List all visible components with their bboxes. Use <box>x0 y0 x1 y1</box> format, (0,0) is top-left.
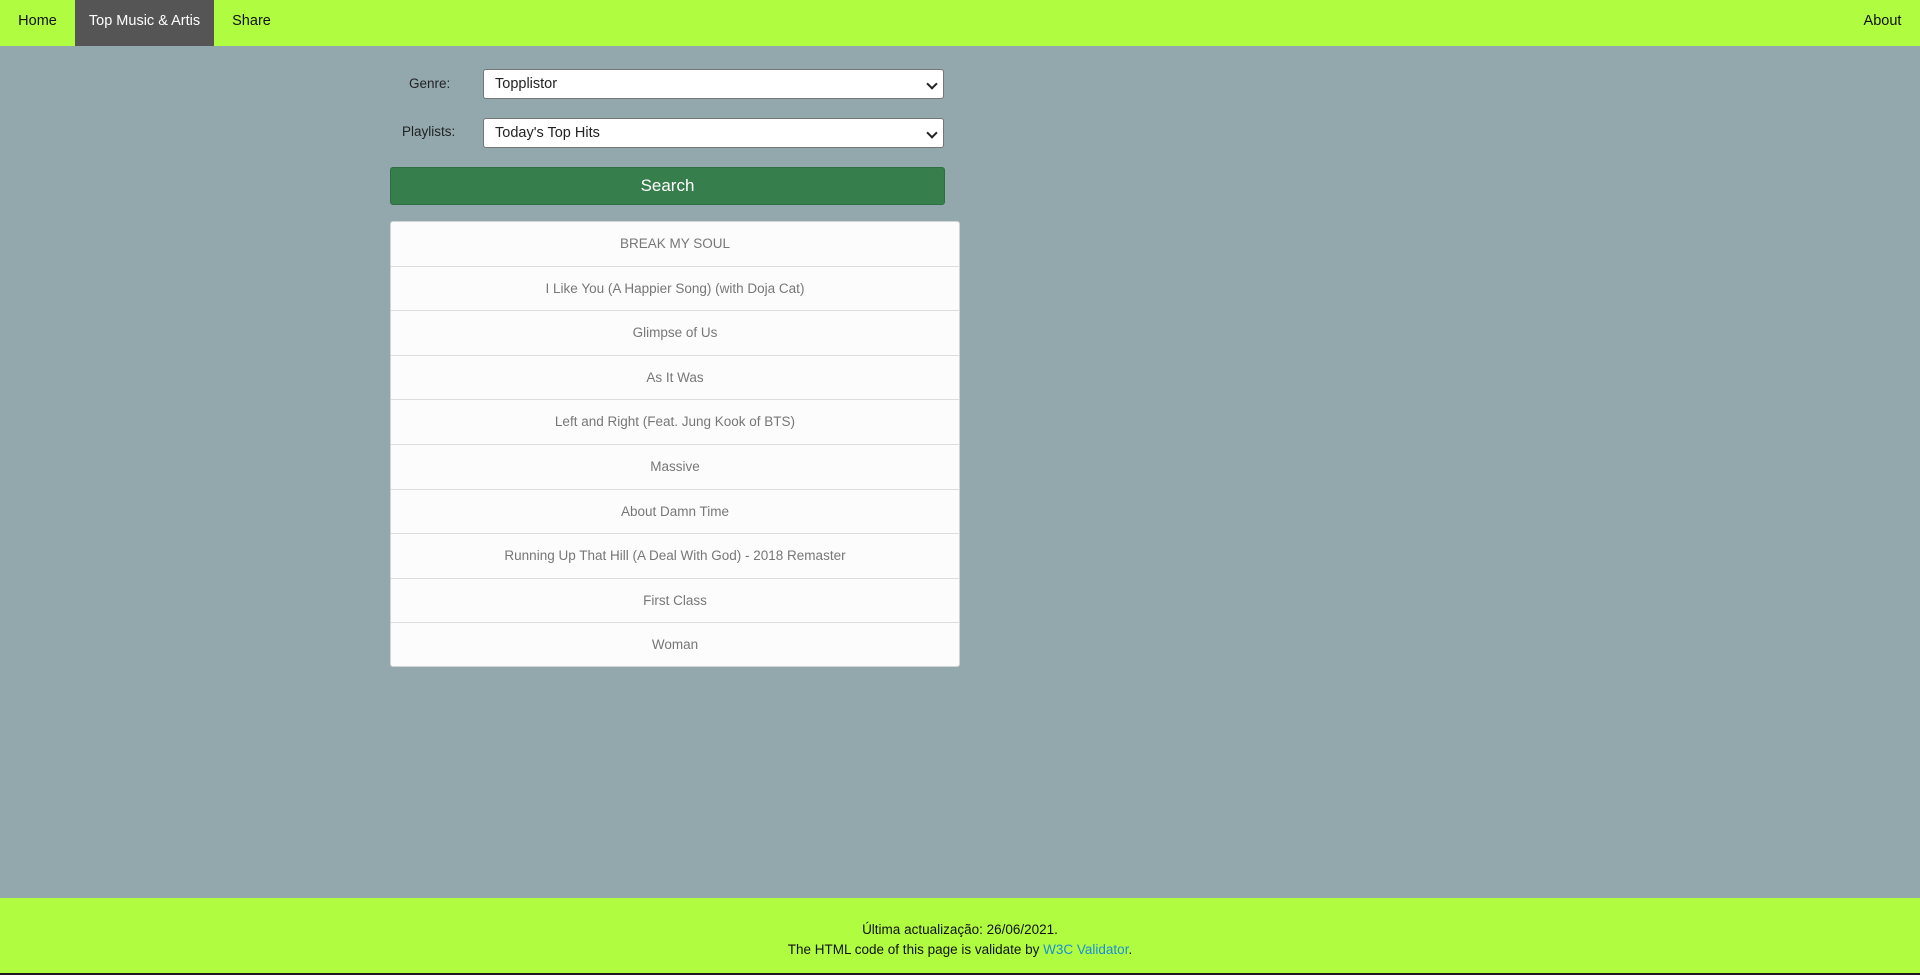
list-item[interactable]: Woman <box>391 623 959 666</box>
top-navigation-bar: Home Top Music & Artis Share About <box>0 0 1920 46</box>
validation-text: The HTML code of this page is validate b… <box>0 942 1920 957</box>
list-item[interactable]: As It Was <box>391 356 959 401</box>
playlist-select-value: Today's Top Hits <box>495 125 600 141</box>
nav-about-link[interactable]: About <box>1845 0 1920 46</box>
results-list: BREAK MY SOUL I Like You (A Happier Song… <box>390 221 960 667</box>
w3c-validator-link[interactable]: W3C Validator <box>1043 942 1128 957</box>
genre-select[interactable]: Topplistor <box>483 69 944 99</box>
nav-share-link[interactable]: Share <box>214 0 289 46</box>
genre-select-value: Topplistor <box>495 76 558 92</box>
nav-top-music-link[interactable]: Top Music & Artis <box>75 0 214 46</box>
list-item[interactable]: Running Up That Hill (A Deal With God) -… <box>391 534 959 579</box>
last-updated-text: Última actualização: 26/06/2021. <box>862 922 1058 937</box>
list-item[interactable]: BREAK MY SOUL <box>391 222 959 267</box>
list-item[interactable]: I Like You (A Happier Song) (with Doja C… <box>391 267 959 312</box>
playlists-label: Playlists: <box>402 124 456 139</box>
list-item[interactable]: About Damn Time <box>391 490 959 535</box>
validation-suffix: . <box>1128 942 1133 957</box>
chevron-down-icon <box>926 78 938 90</box>
validation-prefix: The HTML code of this page is validate b… <box>787 942 1044 957</box>
genre-label: Genre: <box>409 76 451 91</box>
playlist-select[interactable]: Today's Top Hits <box>483 118 944 148</box>
nav-home-link[interactable]: Home <box>0 0 75 46</box>
list-item[interactable]: Glimpse of Us <box>391 311 959 356</box>
chevron-down-icon <box>926 127 938 139</box>
page-footer: Última actualização: 26/06/2021. The HTM… <box>0 898 1920 975</box>
list-item[interactable]: First Class <box>391 579 959 624</box>
search-button[interactable]: Search <box>390 167 945 205</box>
list-item[interactable]: Left and Right (Feat. Jung Kook of BTS) <box>391 400 959 445</box>
list-item[interactable]: Massive <box>391 445 959 490</box>
